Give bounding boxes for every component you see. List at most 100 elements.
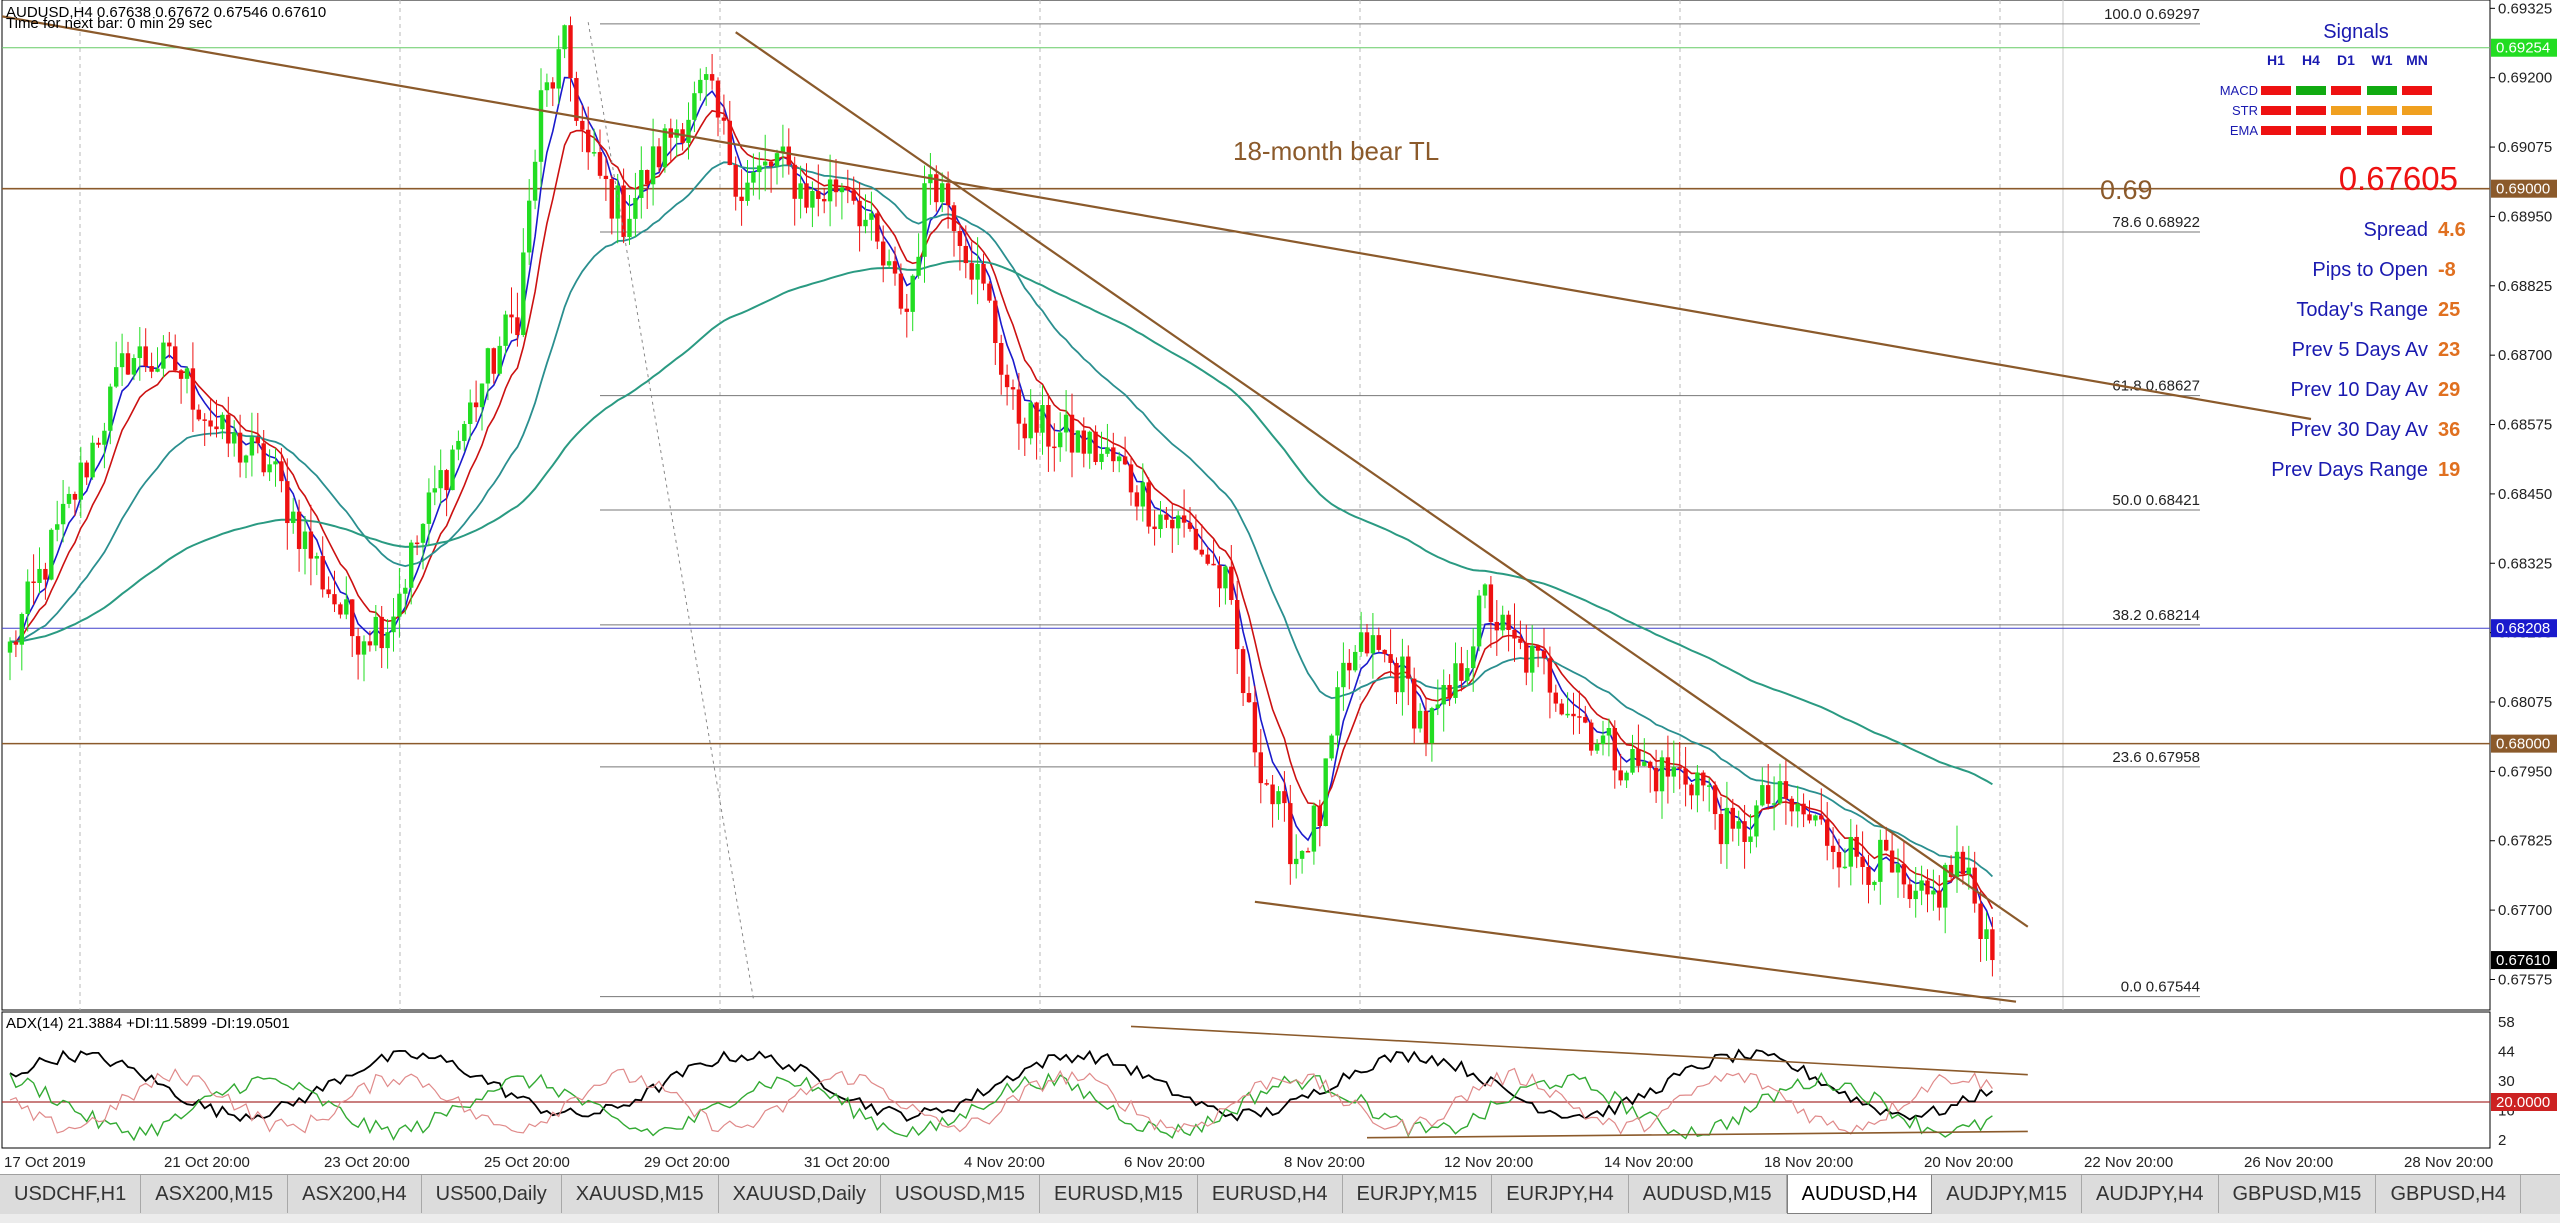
adx-level-value: 20.0000	[2496, 1094, 2550, 1111]
signal-timeframe: H1	[2267, 52, 2285, 68]
candle-body	[1081, 430, 1086, 454]
stat-label: Prev 10 Day Av	[2291, 379, 2428, 401]
candle-body	[798, 183, 803, 199]
candle-body	[1937, 890, 1942, 908]
candle-body	[1276, 791, 1281, 805]
stat-value: 4.6	[2438, 219, 2466, 241]
y-axis-tick: 0.67575	[2498, 971, 2552, 988]
candle-body	[1819, 815, 1824, 820]
signal-cell	[2261, 126, 2291, 135]
candle-body	[1453, 663, 1458, 698]
stat-value: 23	[2438, 339, 2460, 361]
x-axis-tick: 4 Nov 20:00	[964, 1154, 1045, 1171]
candle-body	[1288, 803, 1293, 865]
signal-cell	[2261, 86, 2291, 95]
symbol-tab-bar: USDCHF,H1 ASX200,M15 ASX200,H4 US500,Daily X…	[0, 1174, 2560, 1215]
symbol-tab[interactable]: EURJPY,H4	[1492, 1175, 1629, 1213]
candle-body	[1665, 757, 1671, 777]
candle-body	[344, 599, 349, 615]
candle-body	[1748, 836, 1753, 842]
candle-body	[1925, 880, 1930, 895]
x-axis-tick: 31 Oct 20:00	[804, 1154, 890, 1171]
candle-body	[1842, 866, 1848, 869]
candle-body	[916, 256, 921, 276]
candle-body	[167, 342, 172, 347]
symbol-tab[interactable]: US500,Daily	[422, 1175, 562, 1213]
trendline[interactable]	[1254, 900, 2017, 1003]
trendline[interactable]	[735, 31, 2029, 928]
symbol-tab[interactable]: USOUSD,M15	[881, 1175, 1040, 1213]
candle-body	[84, 462, 89, 478]
candle-body	[19, 613, 24, 645]
candle-body	[904, 308, 909, 312]
y-axis-tick: 0.67825	[2498, 833, 2552, 850]
candle-body	[1683, 768, 1688, 785]
candle-body	[314, 556, 319, 559]
candle-body	[892, 261, 898, 274]
candle-body	[1807, 814, 1812, 821]
symbol-tab[interactable]: ASX200,M15	[141, 1175, 289, 1213]
candle-body	[1565, 713, 1570, 716]
candle-body	[1990, 929, 1995, 961]
symbol-tab[interactable]: EURUSD,M15	[1040, 1175, 1198, 1213]
candle-body	[450, 449, 455, 491]
candle-body	[839, 187, 845, 193]
symbol-tab[interactable]: AUDUSD,M15	[1629, 1175, 1787, 1213]
candle-body	[1217, 565, 1222, 589]
x-axis-tick: 26 Nov 20:00	[2244, 1154, 2333, 1171]
candle-body	[1913, 890, 1918, 900]
candle-body	[1801, 803, 1806, 815]
symbol-tab[interactable]: XAUUSD,M15	[562, 1175, 719, 1213]
candle-body	[1364, 632, 1370, 654]
candle-body	[1518, 638, 1523, 643]
symbol-tab[interactable]: EURJPY,M15	[1343, 1175, 1493, 1213]
candle-body	[267, 464, 272, 473]
symbol-tab[interactable]: ASX200,H4	[288, 1175, 422, 1213]
candle-body	[1441, 685, 1446, 705]
candle-body	[1223, 566, 1228, 589]
candle-body	[1860, 856, 1865, 868]
adx-trendline[interactable]	[1130, 1025, 2028, 1076]
chart-area[interactable]: 100.0 0.6929778.6 0.6892261.8 0.6862750.…	[0, 0, 2560, 1174]
candle-body	[898, 273, 904, 309]
candle-body	[420, 523, 426, 543]
candle-body	[1630, 749, 1635, 773]
signal-cell	[2331, 86, 2361, 95]
candle-body	[1376, 635, 1381, 650]
signal-cell	[2402, 106, 2432, 115]
signal-cell	[2367, 86, 2397, 95]
trendline[interactable]	[0, 0, 2312, 421]
y-axis-tick: 0.68950	[2498, 208, 2552, 225]
y-axis-tick: 0.68825	[2498, 278, 2552, 295]
candle-body	[332, 594, 337, 605]
candle-body	[220, 414, 225, 430]
symbol-tab[interactable]: EURUSD,H4	[1198, 1175, 1343, 1213]
candle-body	[822, 198, 827, 202]
y-axis-tick: 0.68700	[2498, 347, 2552, 364]
candle-body	[957, 231, 963, 246]
trendline[interactable]	[587, 22, 754, 999]
candle-body	[951, 205, 957, 232]
signal-cell	[2331, 126, 2361, 135]
candle-body	[763, 161, 768, 166]
x-axis-tick: 21 Oct 20:00	[164, 1154, 250, 1171]
candle-body	[1978, 903, 1983, 940]
symbol-tab[interactable]: AUDUSD,H4	[1786, 1175, 1933, 1214]
candle-body	[468, 402, 473, 424]
x-axis-tick: 17 Oct 2019	[4, 1154, 86, 1171]
candle-body	[1931, 890, 1936, 895]
candle-body	[1317, 805, 1322, 827]
symbol-tab[interactable]: AUDJPY,H4	[2082, 1175, 2219, 1213]
candle-body	[1795, 803, 1800, 812]
symbol-tab[interactable]: USDCHF,H1	[0, 1175, 142, 1213]
candle-body	[350, 599, 355, 637]
symbol-tab[interactable]: GBPUSD,H4	[2376, 1175, 2522, 1213]
candle-body	[1742, 821, 1747, 842]
candle-body	[940, 183, 945, 203]
symbol-tab[interactable]: GBPUSD,M15	[2219, 1175, 2377, 1213]
candle-body	[851, 190, 856, 201]
candle-body	[1305, 850, 1311, 853]
candle-body	[1394, 662, 1399, 693]
symbol-tab[interactable]: XAUUSD,Daily	[719, 1175, 881, 1213]
symbol-tab[interactable]: AUDJPY,M15	[1932, 1175, 2083, 1213]
